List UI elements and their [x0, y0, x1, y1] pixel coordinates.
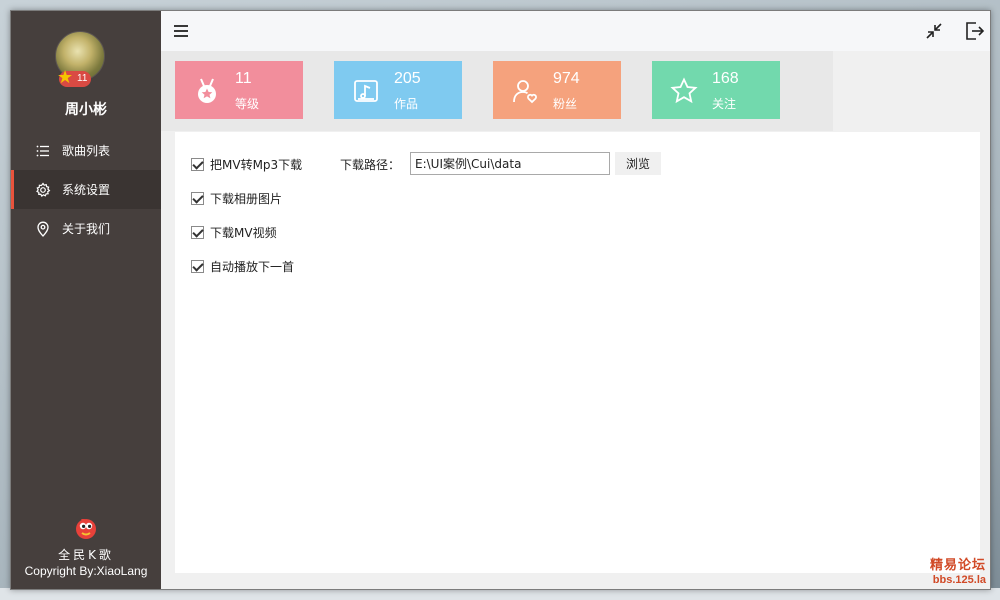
brand-name: 全民K歌 — [58, 548, 114, 562]
sidebar-item-song-list[interactable]: 歌曲列表 — [11, 131, 161, 170]
gear-icon — [36, 182, 51, 197]
hamburger-menu-icon — [174, 25, 188, 37]
app-window: ★ 11 周小彬 歌曲列表 系统设置 关于我们 全民K歌 Copyright B… — [10, 10, 991, 590]
stat-value: 168 — [712, 70, 739, 87]
medal-icon — [198, 78, 216, 103]
stat-label: 关注 — [712, 97, 737, 111]
stat-label: 等级 — [235, 97, 260, 111]
option-download-mv[interactable]: 下载MV视频 — [191, 224, 277, 241]
avatar-container: ★ 11 — [55, 31, 105, 87]
option-download-album[interactable]: 下载相册图片 — [191, 190, 282, 207]
karaoke-logo-icon — [76, 519, 96, 539]
menu-button[interactable] — [169, 19, 193, 43]
sidebar-nav: 歌曲列表 系统设置 关于我们 — [11, 131, 161, 248]
option-label: 自动播放下一首 — [210, 260, 295, 274]
checkbox[interactable] — [191, 226, 204, 239]
music-note-icon — [354, 80, 378, 102]
stat-card-following[interactable]: 168 关注 — [652, 61, 780, 119]
stat-label: 作品 — [394, 97, 419, 111]
option-autoplay-next[interactable]: 自动播放下一首 — [191, 258, 294, 275]
top-bar — [161, 11, 990, 51]
shrink-icon — [926, 23, 942, 39]
forum-watermark: 精易论坛 bbs.125.la — [930, 558, 986, 588]
sidebar-item-settings[interactable]: 系统设置 — [11, 170, 161, 209]
sidebar-item-label: 系统设置 — [62, 183, 111, 197]
checkbox[interactable] — [191, 260, 204, 273]
star-icon: ★ — [57, 67, 74, 87]
stat-card-fans[interactable]: 974 粉丝 — [493, 61, 621, 119]
option-label: 下载MV视频 — [210, 226, 277, 240]
user-heart-icon — [513, 80, 537, 104]
stat-value: 11 — [235, 70, 252, 87]
checkbox[interactable] — [191, 192, 204, 205]
brand-footer: 全民K歌 Copyright By:XiaoLang — [11, 516, 161, 579]
watermark-title: 精易论坛 — [929, 558, 986, 573]
browse-button[interactable]: 浏览 — [615, 152, 661, 175]
star-icon — [670, 77, 698, 104]
location-pin-icon — [37, 221, 49, 237]
sidebar-item-about[interactable]: 关于我们 — [11, 209, 161, 248]
option-label: 下载相册图片 — [210, 192, 283, 206]
stat-value: 205 — [394, 70, 421, 87]
download-path-label: 下载路径： — [340, 158, 401, 172]
stat-value: 974 — [553, 70, 580, 87]
watermark-url: bbs.125.la — [932, 574, 986, 586]
option-mv-to-mp3[interactable]: 把MV转Mp3下载 — [191, 156, 302, 173]
brand-copyright: Copyright By:XiaoLang — [24, 564, 148, 578]
exit-icon — [966, 22, 985, 40]
sidebar-item-label: 关于我们 — [62, 222, 111, 236]
stat-card-level[interactable]: 11 等级 — [175, 61, 303, 119]
user-name: 周小彬 — [65, 102, 107, 118]
stat-label: 粉丝 — [553, 97, 578, 111]
exit-button[interactable] — [962, 19, 986, 43]
stat-card-works[interactable]: 205 作品 — [334, 61, 462, 119]
checkbox[interactable] — [191, 158, 204, 171]
sidebar: ★ 11 周小彬 歌曲列表 系统设置 关于我们 全民K歌 Copyright B… — [11, 11, 161, 589]
level-badge-value: 11 — [77, 73, 88, 84]
list-icon — [36, 145, 49, 156]
sidebar-item-label: 歌曲列表 — [62, 144, 111, 158]
level-badge: ★ 11 — [57, 67, 92, 87]
shrink-window-button[interactable] — [922, 19, 946, 43]
download-path-input[interactable] — [410, 152, 610, 175]
option-label: 把MV转Mp3下载 — [210, 158, 303, 172]
settings-panel: 把MV转Mp3下载 下载路径： 浏览 下载相册图片 下载MV视频 自动播放下一首 — [175, 132, 980, 573]
